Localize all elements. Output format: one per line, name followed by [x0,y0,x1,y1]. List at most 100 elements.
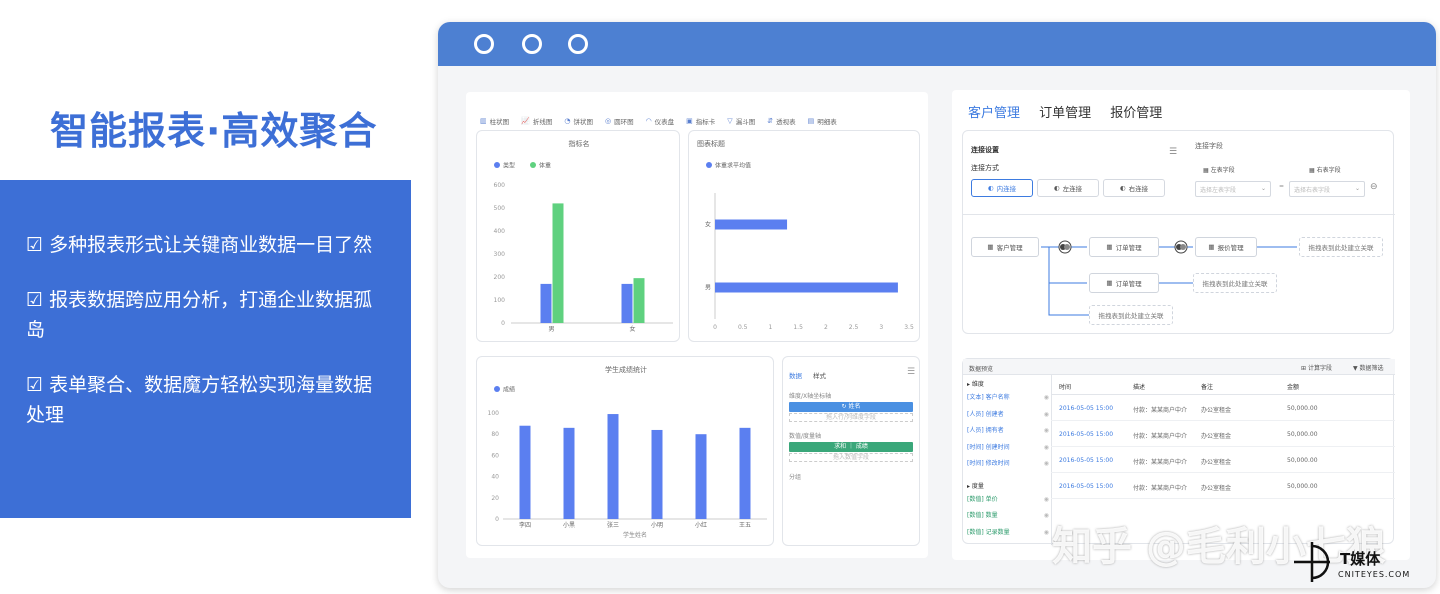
field-item[interactable]: [人员] 创建者 ◉ [967,407,1051,424]
right-field-select[interactable]: 选择右表字段 ⌄ [1289,181,1365,197]
field-label: [时间] 修改时间 [967,460,1010,467]
table-icon: ▦ [1106,243,1113,251]
left-join-button[interactable]: ◐ 左连接 [1037,179,1099,197]
eye-icon[interactable]: ◉ [1044,492,1049,509]
metric-chip[interactable]: 求和 ｜ 成绩 [789,442,913,452]
chart-type-label: 饼状图 [573,118,593,126]
chart-type-label: 折线图 [532,118,553,126]
field-item[interactable]: [文本] 客户名称 ◉ [967,390,1051,407]
right-join-button[interactable]: ◐ 右连接 [1103,179,1165,197]
chart-type-funnel[interactable]: ▽ 漏斗图 [727,116,755,126]
field-item[interactable]: [时间] 创建时间 ◉ [967,440,1051,457]
eye-icon[interactable]: ◉ [1044,456,1049,473]
tab-data[interactable]: 数据 [789,370,802,380]
chart-card-gender[interactable]: 指标名 类型 体重 0 100 200 300 400 500 600 男女 [476,130,680,342]
table-cell: 办公室租金 [1201,433,1232,440]
table-node-order[interactable]: ▦ 订单管理 [1089,237,1159,257]
window-control-icon[interactable] [568,34,588,54]
group-label: 分组 [789,474,802,481]
window-control-icon[interactable] [474,34,494,54]
dataset-builder: 客户管理 订单管理 报价管理 连接设置 连接方式 ☰ ◐ 内连接 ◐ 左连接 ◐ 右连… [952,90,1410,560]
column-header[interactable]: 金额 [1287,382,1299,391]
table-row[interactable]: 2016-05-05 15:00 付款：某某商户中介 办公室租金 50,000.00 [1051,421,1395,447]
eye-icon[interactable]: ◉ [1044,525,1049,542]
table-cell: 50,000.00 [1287,483,1318,490]
eye-icon[interactable]: ◉ [1044,390,1049,407]
field-group-title: ▸ 维度 [967,381,984,388]
chart-type-bar-chart[interactable]: ▥ 柱状图 [480,116,509,126]
menu-icon[interactable]: ☰ [1169,147,1177,157]
y-tick-label: 400 [494,228,506,235]
x-tick-label: 0 [713,324,717,331]
tab-customer[interactable]: 客户管理 [968,106,1020,121]
bar [715,282,898,293]
field-item[interactable]: [时间] 修改时间 ◉ [967,456,1051,473]
feature-item: ☑ 多种报表形式让关键商业数据一目了然 [26,234,373,256]
field-item[interactable]: [数值] 记录数量 ◉ [967,525,1051,542]
chart-type-ring-chart[interactable]: ◎ 圆环图 [605,116,634,126]
remove-icon[interactable]: ⊖ [1370,182,1378,192]
calc-field-button[interactable]: ⊞ 计算字段 [1301,363,1332,372]
chart-card-weight[interactable]: 图表标题 体重求平均值 0 0.5 1 1.5 2 2.5 3 3.5 女男 [688,130,920,342]
tab-quote[interactable]: 报价管理 [1110,106,1162,121]
chart-type-pivot-table[interactable]: ⇵ 透视表 [767,116,795,126]
eye-icon[interactable]: ◉ [1044,440,1049,457]
y-tick-label: 80 [491,431,499,438]
funnel-icon: ▽ [727,117,733,125]
field-item[interactable]: [数值] 数量 ◉ [967,508,1051,525]
table-row[interactable]: 2016-05-05 15:00 付款：某某商户中介 办公室租金 50,000.00 [1051,447,1395,473]
eye-icon[interactable]: ◉ [1044,508,1049,525]
eye-icon[interactable]: ◉ [1044,407,1049,424]
legend-label: 成绩 [503,386,515,394]
chart-card-scores[interactable]: 学生成绩统计 成绩 0 20 40 60 80 100 李四 小黑 张三 小明 小红 王五 学生姓名 [476,356,774,546]
chart-type-detail-table[interactable]: ▤ 明细表 [808,116,837,126]
chart-type-indicator-card[interactable]: ▣ 指标卡 [686,116,715,126]
column-header[interactable]: 备注 [1201,382,1213,391]
dimension-chip[interactable]: ↻ 姓名 [789,402,913,412]
filter-button[interactable]: ▼ 数据筛选 [1353,363,1384,372]
drop-zone[interactable]: 拖拽表到此处建立关联 [1299,237,1383,257]
field-item[interactable]: [人员] 拥有者 ◉ [967,423,1051,440]
tab-style[interactable]: 样式 [813,370,826,380]
eye-icon[interactable]: ◉ [1044,423,1049,440]
equals-icon: = [1279,183,1285,190]
indicator-card-icon: ▣ [686,117,693,125]
column-header[interactable]: 时间 [1059,382,1071,391]
table-node-order-2[interactable]: ▦ 订单管理 [1089,273,1159,293]
chart-type-label: 柱状图 [489,118,510,126]
table-node-quote[interactable]: ▦ 报价管理 [1195,237,1257,257]
ring-chart-icon: ◎ [604,117,612,125]
line-chart-icon: 📈 [521,117,530,125]
left-field-label: ▦ 左表字段 [1203,167,1235,174]
table-cell: 办公室租金 [1201,485,1232,492]
legend-label: 体重求平均值 [715,162,751,170]
logo-text: T媒体 [1340,550,1381,568]
table-row[interactable]: 2016-05-05 15:00 付款：某某商户中介 办公室租金 50,000.00 [1051,473,1395,499]
field-label: [人员] 拥有者 [967,427,1004,434]
metric-drop-zone[interactable]: 拖入数值字段 [789,453,913,462]
drop-zone[interactable]: 拖拽表到此处建立关联 [1193,273,1277,293]
join-lines [1041,240,1297,316]
chart-type-line-chart[interactable]: 📈 折线图 [521,116,552,126]
table-icon: ▦ [1106,279,1113,287]
tab-order[interactable]: 订单管理 [1039,106,1091,121]
table-cell: 付款：某某商户中介 [1133,459,1188,466]
drop-zone[interactable]: 拖拽表到此处建立关联 [1089,305,1173,325]
table-cell: 办公室租金 [1201,407,1232,414]
left-field-select[interactable]: 选择左表字段 ⌄ [1195,181,1271,197]
y-tick-label: 300 [494,251,506,258]
table-node-customer[interactable]: ▦ 客户管理 [971,237,1039,257]
window-control-icon[interactable] [522,34,542,54]
chart-type-label: 指标卡 [695,118,716,126]
chart-type-gauge[interactable]: ◠ 仪表盘 [646,116,675,126]
dimension-drop-zone[interactable]: 拖入行/列维度字段 [789,413,913,422]
chart-type-label: 漏斗图 [735,118,756,126]
field-item[interactable]: [数值] 单价 ◉ [967,492,1051,509]
chart-type-pie-chart[interactable]: ◔ 饼状图 [564,116,593,126]
column-header[interactable]: 描述 [1133,382,1145,391]
menu-icon[interactable]: ☰ [907,367,915,377]
inner-join-button[interactable]: ◐ 内连接 [971,179,1033,197]
table-row[interactable]: 2016-05-05 15:00 付款：某某商户中介 办公室租金 50,000.00 [1051,395,1395,421]
table-cell: 2016-05-05 15:00 [1059,457,1114,464]
y-tick-label: 女 [705,221,711,229]
